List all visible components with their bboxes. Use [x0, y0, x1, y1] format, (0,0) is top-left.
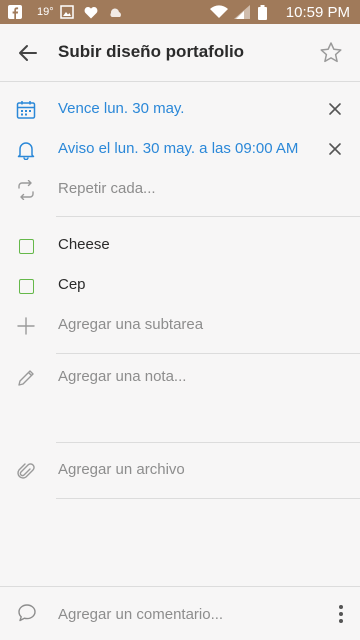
more-options-button[interactable]	[330, 601, 352, 627]
subtask-item[interactable]: Cep	[0, 266, 360, 306]
reminder-row[interactable]: Aviso el lun. 30 may. a las 09:00 AM	[0, 130, 360, 170]
note-input[interactable]: Agregar una nota...	[58, 368, 186, 385]
image-icon	[60, 0, 74, 24]
clock: 10:59 PM	[285, 3, 350, 21]
back-button[interactable]	[14, 39, 42, 67]
due-date-label: Vence lun. 30 may.	[58, 100, 185, 117]
divider	[56, 216, 360, 217]
subtask-label[interactable]: Cheese	[58, 236, 110, 253]
temperature: 19°	[37, 6, 54, 18]
wifi-icon	[210, 0, 228, 24]
plus-icon	[14, 314, 38, 338]
add-file-label: Agregar un archivo	[58, 461, 185, 478]
heart-icon	[84, 0, 98, 24]
more-vertical-icon	[339, 605, 343, 623]
remove-reminder-button[interactable]	[324, 138, 346, 160]
repeat-label: Repetir cada...	[58, 180, 156, 197]
close-icon	[329, 103, 341, 115]
close-icon	[329, 143, 341, 155]
pencil-icon	[14, 366, 38, 390]
file-row[interactable]: Agregar un archivo	[0, 451, 360, 491]
reminder-label: Aviso el lun. 30 may. a las 09:00 AM	[58, 140, 299, 157]
app-bar: Subir diseño portafolio	[0, 24, 360, 82]
subtask-item[interactable]: Cheese	[0, 226, 360, 266]
bell-icon	[14, 138, 38, 162]
star-button[interactable]	[318, 40, 344, 66]
remove-due-date-button[interactable]	[324, 98, 346, 120]
repeat-row[interactable]: Repetir cada...	[0, 170, 360, 210]
arrow-left-icon	[19, 45, 37, 61]
weather-icon	[108, 0, 124, 24]
subtask-checkbox[interactable]	[18, 238, 34, 254]
divider	[56, 353, 360, 354]
task-title[interactable]: Subir diseño portafolio	[58, 42, 244, 62]
calendar-icon	[14, 98, 38, 122]
subtask-checkbox[interactable]	[18, 278, 34, 294]
add-subtask-input[interactable]: Agregar una subtarea	[58, 316, 203, 333]
add-subtask-row[interactable]: Agregar una subtarea	[0, 306, 360, 346]
paperclip-icon	[14, 459, 38, 483]
signal-icon	[234, 0, 250, 24]
subtask-label[interactable]: Cep	[58, 276, 86, 293]
repeat-icon	[14, 178, 38, 202]
comment-icon	[16, 602, 40, 626]
comment-bar: Agregar un comentario...	[0, 586, 360, 640]
divider	[56, 498, 360, 499]
due-date-row[interactable]: Vence lun. 30 may.	[0, 90, 360, 130]
comment-input[interactable]: Agregar un comentario...	[58, 606, 223, 623]
divider	[56, 442, 360, 443]
note-row[interactable]: Agregar una nota...	[0, 358, 360, 398]
star-icon	[320, 42, 342, 63]
battery-icon	[258, 0, 267, 24]
facebook-icon	[8, 0, 22, 24]
status-bar: 19° 10:59 PM	[0, 0, 360, 24]
